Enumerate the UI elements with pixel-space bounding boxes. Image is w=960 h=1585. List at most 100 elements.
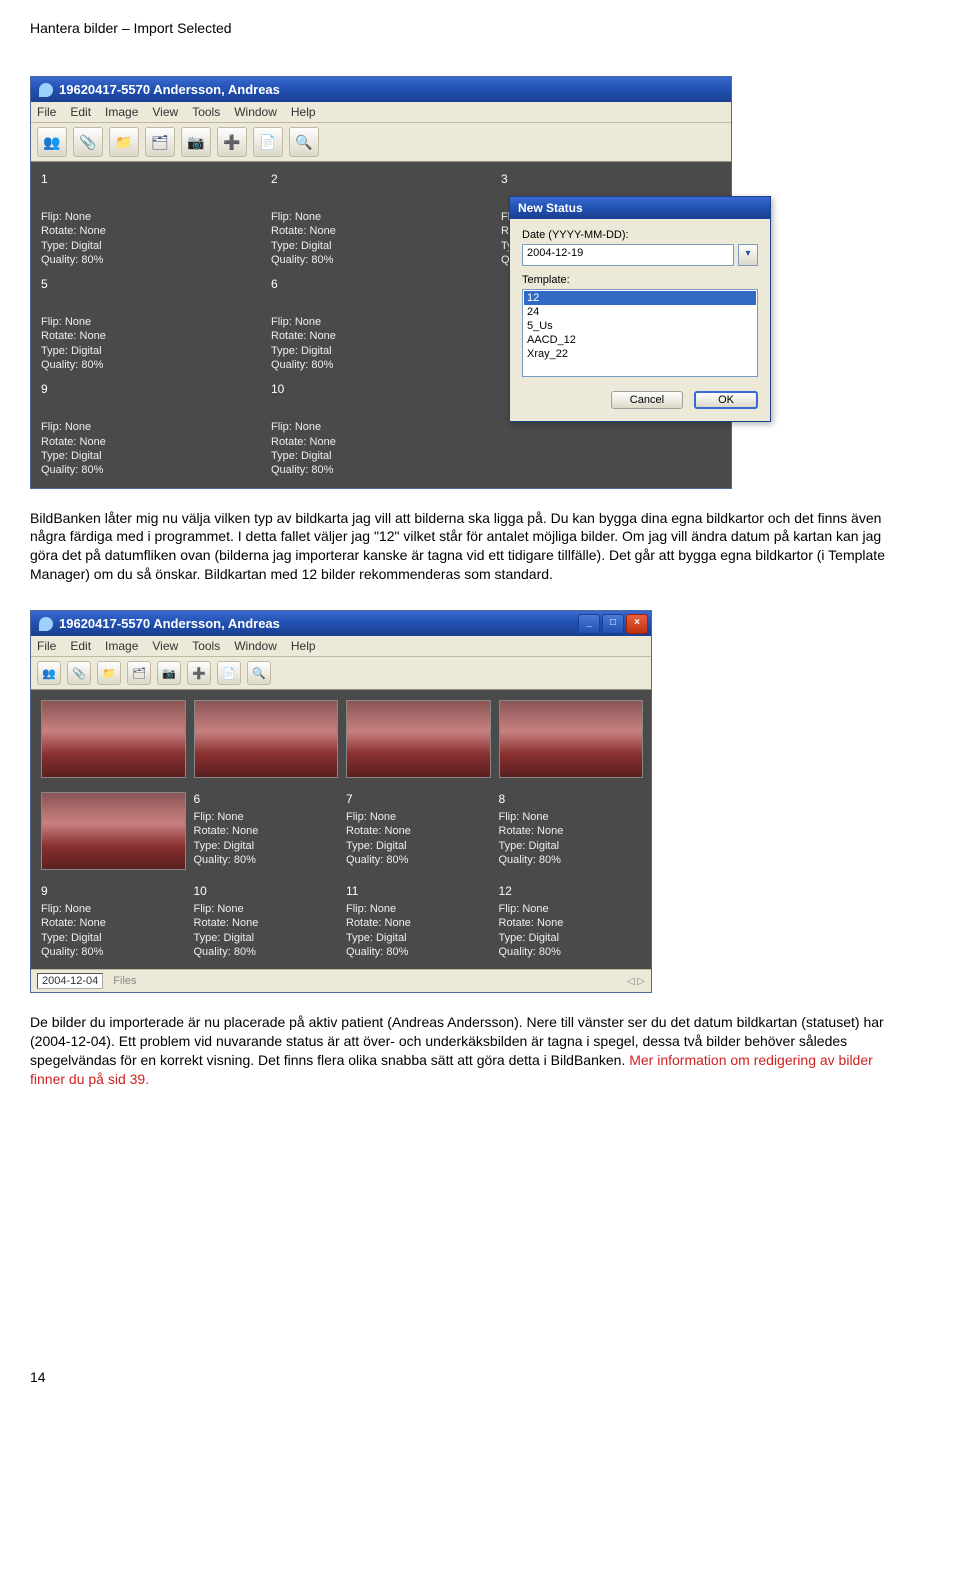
date-input[interactable]: 2004-12-19 (522, 244, 734, 266)
template-option[interactable]: Xray_22 (524, 347, 756, 361)
image-slot[interactable]: 5Flip: NoneRotate: NoneType: DigitalQual… (41, 277, 261, 372)
slot-type: Type: Digital (346, 931, 489, 945)
image-slot[interactable]: 12Flip: NoneRotate: NoneType: DigitalQua… (499, 884, 642, 959)
slot-type: Type: Digital (499, 839, 642, 853)
image-slot[interactable] (499, 700, 642, 782)
folder-icon[interactable]: 📁 (109, 127, 139, 157)
menu-edit[interactable]: Edit (70, 105, 91, 119)
paragraph-2: De bilder du importerade är nu placerade… (30, 1013, 910, 1089)
slot-flip: Flip: None (41, 420, 261, 434)
page-heading: Hantera bilder – Import Selected (30, 20, 930, 36)
image-slot[interactable]: 11Flip: NoneRotate: NoneType: DigitalQua… (346, 884, 489, 959)
new-status-dialog: New Status Date (YYYY-MM-DD): 2004-12-19… (509, 196, 771, 422)
slot-rotate: Rotate: None (499, 916, 642, 930)
template-option[interactable]: 5_Us (524, 319, 756, 333)
date-dropdown-button[interactable]: ▾ (738, 244, 758, 266)
menu-tools[interactable]: Tools (192, 639, 220, 653)
titlebar-1: 19620417-5570 Andersson, Andreas (31, 77, 731, 102)
slot-quality: Quality: 80% (271, 463, 491, 477)
menu-image[interactable]: Image (105, 105, 138, 119)
image-slot[interactable]: 10Flip: NoneRotate: NoneType: DigitalQua… (271, 382, 491, 477)
add-icon[interactable]: ➕ (187, 661, 211, 685)
card-icon[interactable]: 🗂 (145, 127, 175, 157)
slot-quality: Quality: 80% (346, 945, 489, 959)
menu-view[interactable]: View (152, 105, 178, 119)
image-slot[interactable]: 6Flip: NoneRotate: NoneType: DigitalQual… (271, 277, 491, 372)
image-slot[interactable]: 9Flip: NoneRotate: NoneType: DigitalQual… (41, 884, 184, 959)
slot-number: 12 (499, 884, 642, 898)
slot-flip: Flip: None (194, 810, 337, 824)
slot-number: 10 (271, 382, 491, 396)
slot-type: Type: Digital (271, 449, 491, 463)
template-listbox[interactable]: 12245_UsAACD_12Xray_22 (522, 289, 758, 377)
slot-rotate: Rotate: None (346, 916, 489, 930)
slot-rotate: Rotate: None (346, 824, 489, 838)
slot-flip: Flip: None (346, 902, 489, 916)
slot-quality: Quality: 80% (194, 945, 337, 959)
image-slot[interactable] (41, 792, 184, 874)
template-option[interactable]: 24 (524, 305, 756, 319)
menu-tools[interactable]: Tools (192, 105, 220, 119)
slot-rotate: Rotate: None (41, 916, 184, 930)
app-window-2: 19620417-5570 Andersson, Andreas _ □ × F… (30, 610, 652, 993)
attach-icon[interactable]: 📎 (73, 127, 103, 157)
image-slot[interactable] (41, 700, 184, 782)
add-icon[interactable]: ➕ (217, 127, 247, 157)
slot-rotate: Rotate: None (41, 435, 261, 449)
image-slot[interactable]: 7Flip: NoneRotate: NoneType: DigitalQual… (346, 792, 489, 874)
slot-number: 6 (271, 277, 491, 291)
menu-file[interactable]: File (37, 639, 56, 653)
close-button[interactable]: × (626, 614, 648, 634)
menu-help[interactable]: Help (291, 639, 316, 653)
titlebar-2: 19620417-5570 Andersson, Andreas _ □ × (31, 611, 651, 636)
menu-view[interactable]: View (152, 639, 178, 653)
menu-edit[interactable]: Edit (70, 639, 91, 653)
people-icon[interactable]: 👥 (37, 127, 67, 157)
thumbnail-5 (41, 792, 186, 870)
menu-image[interactable]: Image (105, 639, 138, 653)
maximize-button[interactable]: □ (602, 614, 624, 634)
minimize-button[interactable]: _ (578, 614, 600, 634)
cancel-button[interactable]: Cancel (611, 391, 683, 409)
nav-arrows[interactable]: ◁ ▷ (627, 976, 645, 987)
image-slot[interactable]: 10Flip: NoneRotate: NoneType: DigitalQua… (194, 884, 337, 959)
menu-window[interactable]: Window (234, 105, 277, 119)
image-slot[interactable]: 2Flip: NoneRotate: NoneType: DigitalQual… (271, 172, 491, 267)
menu-window[interactable]: Window (234, 639, 277, 653)
card-icon[interactable]: 🗂 (127, 661, 151, 685)
image-slot[interactable] (346, 700, 489, 782)
toolbar: 👥📎📁🗂📷➕📄🔍 (31, 123, 731, 162)
template-option[interactable]: AACD_12 (524, 333, 756, 347)
slot-type: Type: Digital (194, 839, 337, 853)
camera-icon[interactable]: 📷 (181, 127, 211, 157)
slot-number: 10 (194, 884, 337, 898)
doc-icon[interactable]: 📄 (217, 661, 241, 685)
attach-icon[interactable]: 📎 (67, 661, 91, 685)
camera-icon[interactable]: 📷 (157, 661, 181, 685)
menu-file[interactable]: File (37, 105, 56, 119)
slot-type: Type: Digital (194, 931, 337, 945)
slot-quality: Quality: 80% (41, 463, 261, 477)
image-slot[interactable]: 1Flip: NoneRotate: NoneType: DigitalQual… (41, 172, 261, 267)
image-slot[interactable] (194, 700, 337, 782)
slot-rotate: Rotate: None (271, 329, 491, 343)
template-option[interactable]: 12 (524, 291, 756, 305)
image-slot[interactable]: 9Flip: NoneRotate: NoneType: DigitalQual… (41, 382, 261, 477)
toolbar-2: 👥📎📁🗂📷➕📄🔍 (31, 657, 651, 690)
search-icon[interactable]: 🔍 (289, 127, 319, 157)
image-slot[interactable]: 6Flip: NoneRotate: NoneType: DigitalQual… (194, 792, 337, 874)
menu-help[interactable]: Help (291, 105, 316, 119)
slot-type: Type: Digital (271, 239, 491, 253)
doc-icon[interactable]: 📄 (253, 127, 283, 157)
slot-number: 1 (41, 172, 261, 186)
screenshot-1-wrapper: 19620417-5570 Andersson, Andreas File Edi… (30, 76, 770, 489)
image-slot[interactable]: 8Flip: NoneRotate: NoneType: DigitalQual… (499, 792, 642, 874)
slot-rotate: Rotate: None (271, 224, 491, 238)
slot-number: 9 (41, 382, 261, 396)
search-icon[interactable]: 🔍 (247, 661, 271, 685)
ok-button[interactable]: OK (694, 391, 758, 409)
folder-icon[interactable]: 📁 (97, 661, 121, 685)
slot-flip: Flip: None (194, 902, 337, 916)
status-date[interactable]: 2004-12-04 (37, 973, 103, 989)
people-icon[interactable]: 👥 (37, 661, 61, 685)
